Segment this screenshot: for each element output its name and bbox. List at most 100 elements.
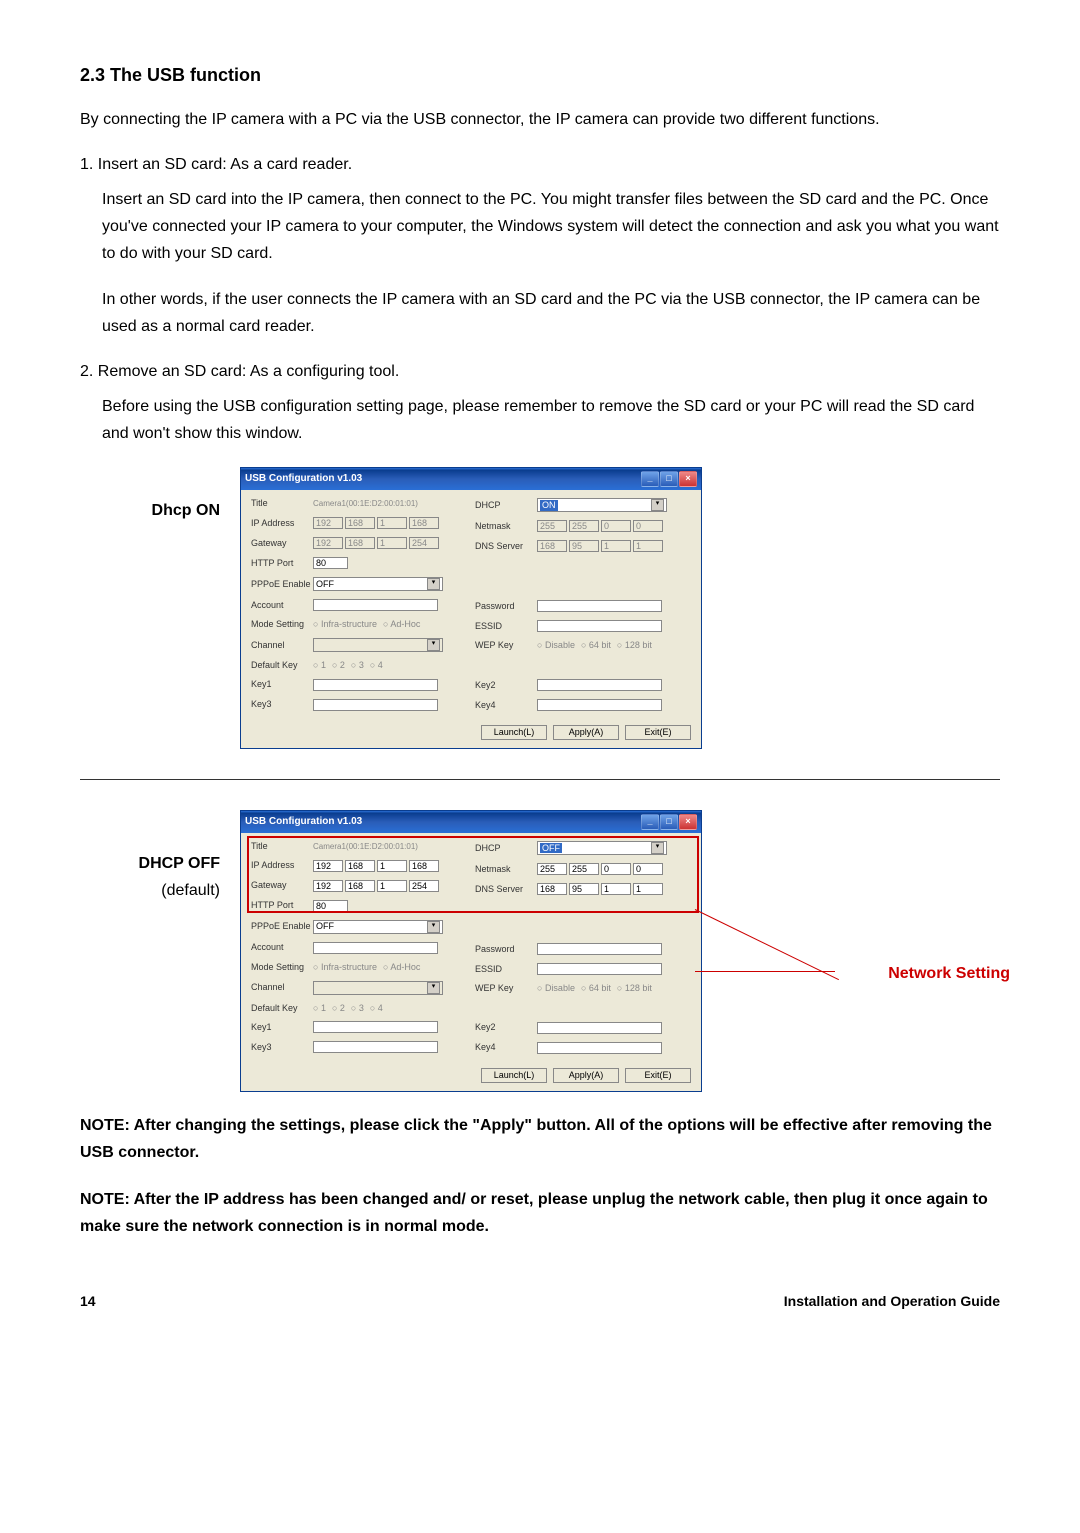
dhcp-select[interactable]: OFF▾ bbox=[537, 841, 667, 855]
chevron-down-icon: ▾ bbox=[427, 639, 440, 651]
ip-octet-1[interactable] bbox=[313, 860, 343, 872]
close-icon[interactable]: × bbox=[679, 814, 697, 830]
label-ip: IP Address bbox=[251, 860, 313, 871]
exit-button[interactable]: Exit(E) bbox=[625, 725, 691, 740]
gw-octet-3[interactable] bbox=[377, 537, 407, 549]
launch-button[interactable]: Launch(L) bbox=[481, 725, 547, 740]
apply-button[interactable]: Apply(A) bbox=[553, 1068, 619, 1083]
wepkey-radio-group[interactable]: Disable64 bit128 bit bbox=[537, 983, 652, 994]
callout-line bbox=[695, 971, 835, 972]
password-input[interactable] bbox=[537, 600, 662, 612]
list-item-2-title: 2. Remove an SD card: As a configuring t… bbox=[80, 358, 1000, 385]
label-defkey: Default Key bbox=[251, 1003, 313, 1014]
netmask-octet-4[interactable] bbox=[633, 863, 663, 875]
key3-input[interactable] bbox=[313, 1041, 438, 1053]
label-dhcp-on: Dhcp ON bbox=[80, 497, 230, 524]
intro-text: By connecting the IP camera with a PC vi… bbox=[80, 106, 1000, 133]
label-title: Title bbox=[251, 841, 313, 852]
dhcp-select[interactable]: ON▾ bbox=[537, 498, 667, 512]
minimize-icon[interactable]: _ bbox=[641, 471, 659, 487]
close-icon[interactable]: × bbox=[679, 471, 697, 487]
netmask-octet-3[interactable] bbox=[601, 863, 631, 875]
chevron-down-icon: ▾ bbox=[651, 499, 664, 511]
key1-input[interactable] bbox=[313, 1021, 438, 1033]
wepkey-radio-group[interactable]: Disable64 bit128 bit bbox=[537, 640, 652, 651]
exit-button[interactable]: Exit(E) bbox=[625, 1068, 691, 1083]
launch-button[interactable]: Launch(L) bbox=[481, 1068, 547, 1083]
dns-octet-4[interactable] bbox=[633, 540, 663, 552]
netmask-octet-1[interactable] bbox=[537, 863, 567, 875]
callout-network-setting: Network Setting bbox=[888, 960, 1010, 987]
account-input[interactable] bbox=[313, 599, 438, 611]
title-value: Camera1(00:1E:D2:00:01:01) bbox=[313, 499, 418, 509]
usb-config-window-dhcp-off: USB Configuration v1.03 _ □ × TitleCamer… bbox=[240, 810, 702, 1092]
http-port-input[interactable] bbox=[313, 557, 348, 569]
dns-octet-2[interactable] bbox=[569, 883, 599, 895]
gw-octet-1[interactable] bbox=[313, 537, 343, 549]
dns-octet-1[interactable] bbox=[537, 540, 567, 552]
password-input[interactable] bbox=[537, 943, 662, 955]
channel-select[interactable]: ▾ bbox=[313, 981, 443, 995]
key4-input[interactable] bbox=[537, 699, 662, 711]
list-item-1-body-2: In other words, if the user connects the… bbox=[80, 286, 1000, 340]
chevron-down-icon: ▾ bbox=[651, 842, 664, 854]
defkey-radio-group[interactable]: 1234 bbox=[313, 1003, 383, 1014]
key1-input[interactable] bbox=[313, 679, 438, 691]
essid-input[interactable] bbox=[537, 620, 662, 632]
ip-octet-2[interactable] bbox=[345, 860, 375, 872]
label-key2: Key2 bbox=[475, 680, 537, 691]
http-port-input[interactable] bbox=[313, 900, 348, 912]
guide-title: Installation and Operation Guide bbox=[784, 1290, 1000, 1314]
minimize-icon[interactable]: _ bbox=[641, 814, 659, 830]
netmask-octet-2[interactable] bbox=[569, 520, 599, 532]
key2-input[interactable] bbox=[537, 679, 662, 691]
dns-octet-3[interactable] bbox=[601, 540, 631, 552]
dns-octet-4[interactable] bbox=[633, 883, 663, 895]
label-gateway: Gateway bbox=[251, 538, 313, 549]
gw-octet-4[interactable] bbox=[409, 537, 439, 549]
ip-octet-4[interactable] bbox=[409, 860, 439, 872]
defkey-radio-group[interactable]: 1234 bbox=[313, 660, 383, 671]
label-mode: Mode Setting bbox=[251, 619, 313, 630]
ip-octet-4[interactable] bbox=[409, 517, 439, 529]
pppoe-select[interactable]: OFF▾ bbox=[313, 920, 443, 934]
netmask-octet-3[interactable] bbox=[601, 520, 631, 532]
ip-octet-2[interactable] bbox=[345, 517, 375, 529]
ip-octet-1[interactable] bbox=[313, 517, 343, 529]
channel-select[interactable]: ▾ bbox=[313, 638, 443, 652]
key4-input[interactable] bbox=[537, 1042, 662, 1054]
mode-radio-group[interactable]: Infra-structureAd-Hoc bbox=[313, 962, 420, 973]
netmask-octet-4[interactable] bbox=[633, 520, 663, 532]
label-key1: Key1 bbox=[251, 679, 313, 690]
label-key3: Key3 bbox=[251, 1042, 313, 1053]
label-key1: Key1 bbox=[251, 1022, 313, 1033]
gw-octet-2[interactable] bbox=[345, 537, 375, 549]
maximize-icon[interactable]: □ bbox=[660, 814, 678, 830]
dns-octet-1[interactable] bbox=[537, 883, 567, 895]
ip-octet-3[interactable] bbox=[377, 860, 407, 872]
label-netmask: Netmask bbox=[475, 521, 537, 532]
note-1: NOTE: After changing the settings, pleas… bbox=[80, 1112, 1000, 1166]
label-title: Title bbox=[251, 498, 313, 509]
netmask-octet-1[interactable] bbox=[537, 520, 567, 532]
label-netmask: Netmask bbox=[475, 864, 537, 875]
pppoe-select[interactable]: OFF▾ bbox=[313, 577, 443, 591]
maximize-icon[interactable]: □ bbox=[660, 471, 678, 487]
dns-octet-3[interactable] bbox=[601, 883, 631, 895]
label-channel: Channel bbox=[251, 640, 313, 651]
account-input[interactable] bbox=[313, 942, 438, 954]
gw-octet-4[interactable] bbox=[409, 880, 439, 892]
mode-radio-group[interactable]: Infra-structureAd-Hoc bbox=[313, 619, 420, 630]
gw-octet-1[interactable] bbox=[313, 880, 343, 892]
gw-octet-3[interactable] bbox=[377, 880, 407, 892]
label-default: (default) bbox=[80, 877, 230, 904]
label-key3: Key3 bbox=[251, 699, 313, 710]
ip-octet-3[interactable] bbox=[377, 517, 407, 529]
essid-input[interactable] bbox=[537, 963, 662, 975]
netmask-octet-2[interactable] bbox=[569, 863, 599, 875]
dns-octet-2[interactable] bbox=[569, 540, 599, 552]
key3-input[interactable] bbox=[313, 699, 438, 711]
key2-input[interactable] bbox=[537, 1022, 662, 1034]
gw-octet-2[interactable] bbox=[345, 880, 375, 892]
apply-button[interactable]: Apply(A) bbox=[553, 725, 619, 740]
